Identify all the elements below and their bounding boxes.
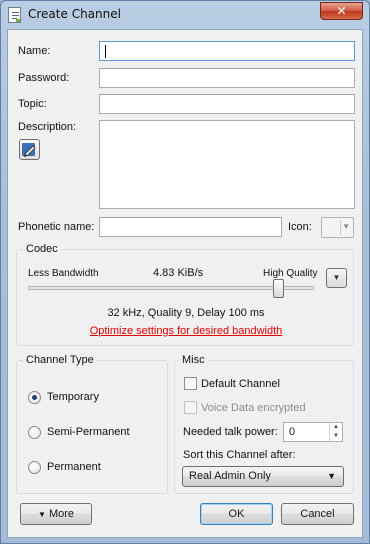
separator (340, 220, 341, 235)
talk-power-label: Needed talk power: (183, 426, 278, 438)
misc-title: Misc (179, 354, 208, 366)
semi-permanent-label[interactable]: Semi-Permanent (47, 426, 130, 438)
phonetic-name-label: Phonetic name: (18, 221, 95, 233)
description-textarea[interactable] (99, 120, 355, 209)
more-button[interactable]: ▼ More (20, 503, 92, 525)
password-label: Password: (18, 72, 70, 84)
title-bar[interactable]: Create Channel ✕ (1, 1, 369, 29)
chevron-down-icon: ▼ (37, 510, 46, 519)
sort-after-label: Sort this Channel after: (183, 449, 296, 461)
radio-permanent[interactable] (28, 461, 41, 474)
icon-label: Icon: (288, 221, 312, 233)
dialog-body: Name: Password: Topic: Description: Phon… (7, 29, 363, 538)
icon-selector[interactable]: ▼ (321, 217, 354, 238)
default-channel-label[interactable]: Default Channel (201, 378, 280, 390)
spin-up-icon[interactable]: ▲ (330, 423, 342, 432)
channel-type-title: Channel Type (23, 354, 97, 366)
optimize-settings-link[interactable]: Optimize settings for desired bandwidth (8, 325, 364, 337)
high-quality-label: High Quality (263, 268, 318, 279)
topic-input[interactable] (99, 94, 355, 114)
bitrate-value: 4.83 KiB/s (153, 267, 204, 279)
less-bandwidth-label: Less Bandwidth (28, 268, 99, 279)
sort-after-select[interactable]: Real Admin Only ▼ (182, 466, 344, 487)
more-label: More (48, 508, 75, 520)
pen-icon (22, 143, 36, 157)
create-channel-window: Create Channel ✕ Name: Password: Topic: … (0, 0, 370, 544)
codec-summary: 32 kHz, Quality 9, Delay 100 ms (107, 307, 265, 319)
radio-temporary[interactable] (28, 391, 41, 404)
topic-label: Topic: (18, 98, 47, 110)
radio-semi-permanent[interactable] (28, 426, 41, 439)
document-icon (8, 7, 21, 23)
triangle-down-icon: ▼ (327, 471, 336, 481)
sort-after-value: Real Admin Only (189, 470, 271, 482)
close-icon: ✕ (336, 4, 347, 18)
talk-power-value: 0 (289, 426, 296, 438)
name-input[interactable] (99, 41, 355, 61)
spin-down-icon[interactable]: ▼ (330, 432, 342, 441)
default-channel-checkbox[interactable] (184, 377, 197, 390)
name-label: Name: (18, 45, 51, 57)
ok-button[interactable]: OK (200, 503, 273, 525)
codec-title: Codec (23, 243, 61, 255)
window-title: Create Channel (28, 7, 121, 21)
bandwidth-slider[interactable] (28, 286, 314, 290)
text-caret (105, 45, 106, 58)
quality-menu-button[interactable]: ▼ (326, 268, 347, 288)
phonetic-name-input[interactable] (99, 217, 282, 237)
bandwidth-slider-thumb[interactable] (273, 279, 284, 298)
cancel-button[interactable]: Cancel (281, 503, 354, 525)
edit-description-button[interactable] (19, 139, 40, 160)
spin-buttons: ▲ ▼ (329, 423, 342, 441)
dropdown-arrow-icon: ▼ (342, 222, 350, 231)
voice-encrypted-checkbox[interactable] (184, 401, 197, 414)
close-button[interactable]: ✕ (320, 2, 363, 20)
talk-power-spinbox[interactable]: 0 ▲ ▼ (283, 422, 343, 442)
password-input[interactable] (99, 68, 355, 88)
temporary-label[interactable]: Temporary (47, 391, 99, 403)
chevron-down-icon: ▼ (332, 273, 341, 282)
description-label: Description: (18, 121, 77, 133)
permanent-label[interactable]: Permanent (47, 461, 101, 473)
voice-encrypted-label: Voice Data encrypted (201, 402, 306, 414)
